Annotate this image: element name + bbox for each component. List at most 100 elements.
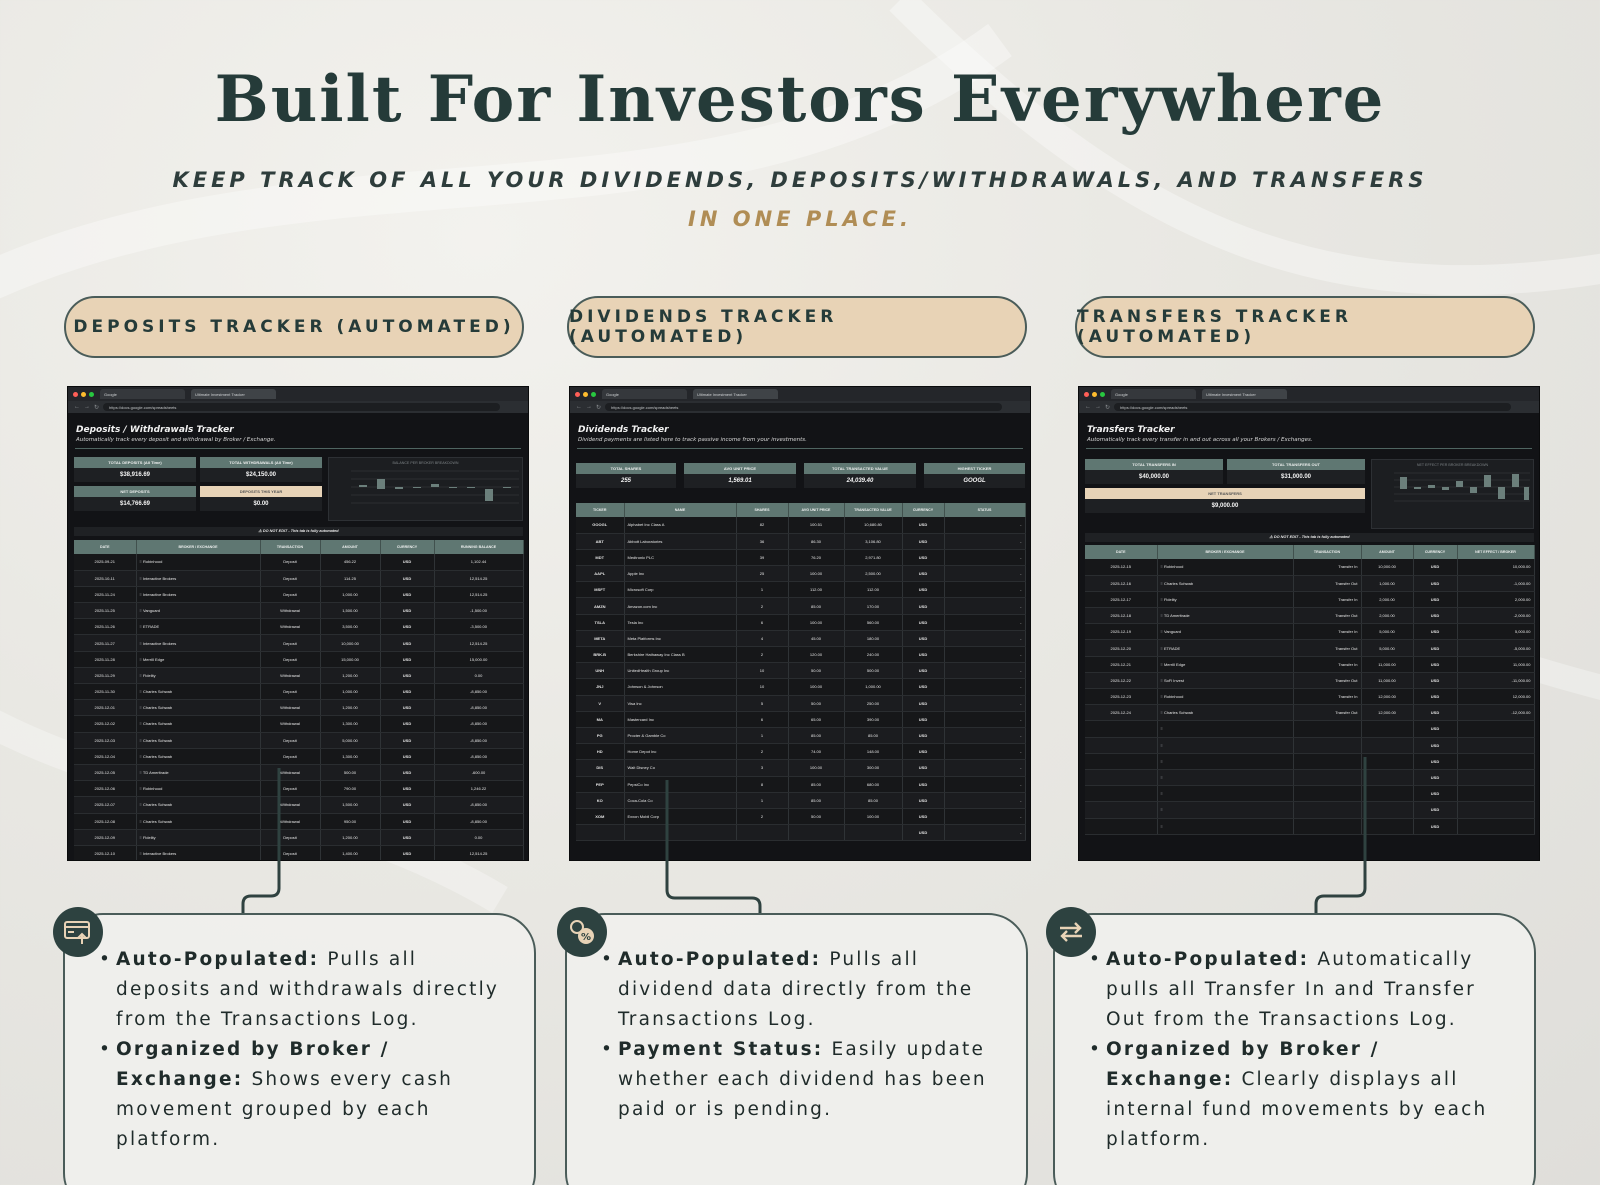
table-cell[interactable]: Transfer In bbox=[1293, 688, 1362, 706]
table-row[interactable]: 2025-12-01 ≡ Charles Schwab Withdrawal 1,20… bbox=[74, 699, 524, 717]
table-cell[interactable]: USD bbox=[1413, 769, 1458, 787]
table-cell[interactable]: USD bbox=[902, 743, 945, 761]
table-cell[interactable] bbox=[1085, 753, 1158, 770]
table-cell[interactable]: 12,514.25 bbox=[434, 634, 524, 652]
table-cell[interactable]: Withdrawal bbox=[260, 699, 321, 717]
minimize-dot[interactable] bbox=[1092, 391, 1097, 397]
url-field[interactable]: https://docs.google.com/spreadsheets bbox=[605, 403, 1002, 411]
table-cell[interactable]: 790.00 bbox=[320, 780, 381, 798]
table-cell[interactable]: Walt Disney Co bbox=[624, 759, 737, 777]
table-cell[interactable]: -8,850.00 bbox=[434, 796, 524, 814]
table-cell[interactable]: Deposit bbox=[260, 780, 321, 798]
maximize-dot[interactable] bbox=[89, 391, 94, 397]
table-row[interactable]: 2025-12-15 ≡ Robinhood Transfer In 10,000.0… bbox=[1085, 559, 1535, 576]
table-cell[interactable]: USD bbox=[1413, 559, 1458, 576]
browser-tab-active[interactable]: Ultimate Investment Tracker bbox=[191, 389, 276, 399]
table-cell[interactable]: -2,000.00 bbox=[1457, 607, 1535, 625]
column-header[interactable]: CURRENCY bbox=[380, 540, 435, 554]
table-cell[interactable]: 1,300.00 bbox=[320, 748, 381, 765]
table-cell[interactable]: 2025-12-20 bbox=[1085, 639, 1158, 657]
table-cell[interactable]: Mastercard Inc bbox=[624, 711, 737, 728]
table-cell[interactable]: 1,500.00 bbox=[320, 602, 381, 620]
table-cell[interactable]: 3,500.00 bbox=[320, 618, 381, 636]
column-header[interactable]: AMOUNT bbox=[320, 540, 381, 554]
column-header[interactable]: NAME bbox=[624, 503, 737, 517]
table-cell[interactable]: USD bbox=[380, 699, 435, 717]
table-cell[interactable]: USD bbox=[1413, 818, 1458, 835]
table-row[interactable]: AAPL Apple Inc 25 100.00 2,500.00 USD - bbox=[576, 565, 1026, 583]
table-cell[interactable]: 10,000.00 bbox=[320, 634, 381, 652]
table-cell[interactable]: 5,000.00 bbox=[1457, 623, 1535, 641]
table-row[interactable]: HD Home Depot Inc 2 74.00 148.00 USD - bbox=[576, 743, 1026, 761]
table-cell[interactable]: 12,514.25 bbox=[434, 586, 524, 604]
table-cell[interactable]: - bbox=[944, 678, 1026, 696]
column-header[interactable]: TRANSACTION bbox=[260, 540, 321, 554]
table-cell[interactable]: 2025-09-21 bbox=[74, 554, 137, 571]
table-cell[interactable]: Microsoft Corp bbox=[624, 581, 737, 599]
table-cell[interactable]: 5,000.00 bbox=[1361, 623, 1414, 641]
browser-tab-active[interactable]: Ultimate Investment Tracker bbox=[1202, 389, 1287, 399]
table-cell[interactable] bbox=[1293, 753, 1362, 770]
maximize-dot[interactable] bbox=[591, 391, 596, 397]
column-header[interactable]: AMOUNT bbox=[1361, 545, 1414, 559]
table-row[interactable]: ≡ USD bbox=[1085, 753, 1535, 770]
table-cell[interactable] bbox=[1361, 737, 1414, 754]
table-cell[interactable]: 500.00 bbox=[844, 662, 903, 680]
table-row[interactable]: 2025-12-24 ≡ Charles Schwab Transfer Out 12… bbox=[1085, 704, 1535, 722]
dropdown-chip-icon[interactable]: ≡ bbox=[1161, 726, 1163, 731]
table-row[interactable]: PG Procter & Gamble Co 1 85.00 85.00 USD - bbox=[576, 727, 1026, 745]
table-cell[interactable]: 2025-12-17 bbox=[1085, 591, 1158, 609]
table-cell[interactable]: 10 bbox=[736, 678, 789, 696]
table-cell[interactable]: 112.00 bbox=[844, 581, 903, 599]
table-cell[interactable]: USD bbox=[1413, 688, 1458, 706]
table-cell[interactable]: Deposit bbox=[260, 651, 321, 668]
table-cell[interactable]: 3,106.80 bbox=[844, 533, 903, 550]
table-cell[interactable]: USD bbox=[902, 711, 945, 728]
dropdown-chip-icon[interactable]: ≡ bbox=[1161, 807, 1163, 812]
table-cell[interactable]: USD bbox=[380, 780, 435, 798]
table-row[interactable]: 2025-12-04 ≡ Charles Schwab Deposit 1,300.0… bbox=[74, 748, 524, 765]
table-cell[interactable]: USD bbox=[902, 597, 945, 615]
table-cell[interactable]: Withdrawal bbox=[260, 602, 321, 620]
table-cell[interactable]: - bbox=[944, 597, 1026, 615]
table-cell[interactable]: USD bbox=[380, 845, 435, 860]
table-cell[interactable]: 2025-12-06 bbox=[74, 780, 137, 798]
table-cell[interactable]: 2025-11-25 bbox=[74, 602, 137, 620]
table-row[interactable]: GOOGL Alphabet Inc Class A 82 100.51 10,680.… bbox=[576, 517, 1026, 534]
table-cell[interactable]: 85.00 bbox=[788, 727, 845, 745]
table-cell[interactable]: 12,000.00 bbox=[1361, 688, 1414, 706]
forward-arrow-icon[interactable]: → bbox=[84, 404, 90, 410]
table-cell[interactable]: ≡ ETRADE bbox=[1157, 639, 1294, 657]
table-row[interactable]: 2025-10-11 ≡ Interactive Brokers Deposit 11… bbox=[74, 570, 524, 587]
table-cell[interactable]: USD bbox=[1413, 623, 1458, 641]
table-cell[interactable]: ≡ bbox=[1157, 769, 1294, 787]
table-cell[interactable]: Medtronic PLC bbox=[624, 549, 737, 567]
table-cell[interactable]: 2 bbox=[736, 808, 789, 826]
table-cell[interactable]: ≡ bbox=[1157, 818, 1294, 835]
table-cell[interactable]: 4 bbox=[736, 630, 789, 648]
table-cell[interactable]: 25 bbox=[736, 565, 789, 583]
table-cell[interactable]: USD bbox=[902, 759, 945, 777]
table-cell[interactable]: 100.00 bbox=[788, 759, 845, 777]
table-cell[interactable]: Transfer Out bbox=[1293, 639, 1362, 657]
table-cell[interactable]: 11,000.00 bbox=[1361, 672, 1414, 690]
table-row[interactable]: 2025-12-23 ≡ Robinhood Transfer In 12,000.0… bbox=[1085, 688, 1535, 706]
table-cell[interactable]: - bbox=[944, 646, 1026, 664]
column-header[interactable]: STATUS bbox=[944, 503, 1026, 517]
table-cell[interactable]: AAPL bbox=[576, 565, 625, 583]
table-cell[interactable] bbox=[1293, 720, 1362, 738]
table-cell[interactable]: 2025-11-26 bbox=[74, 618, 137, 636]
table-cell[interactable]: META bbox=[576, 630, 625, 648]
table-cell[interactable] bbox=[624, 824, 737, 842]
table-cell[interactable]: USD bbox=[1413, 720, 1458, 738]
table-row[interactable]: 2025-12-18 ≡ TD Ameritrade Transfer Out 2,0… bbox=[1085, 607, 1535, 625]
table-cell[interactable]: 250.00 bbox=[844, 695, 903, 712]
table-cell[interactable]: USD bbox=[1413, 704, 1458, 722]
table-cell[interactable]: - bbox=[944, 808, 1026, 826]
table-cell[interactable]: 2025-11-29 bbox=[74, 667, 137, 685]
table-cell[interactable]: Procter & Gamble Co bbox=[624, 727, 737, 745]
table-cell[interactable]: - bbox=[944, 581, 1026, 599]
table-cell[interactable]: 5 bbox=[736, 695, 789, 712]
table-cell[interactable]: 2025-11-24 bbox=[74, 586, 137, 604]
table-cell[interactable]: 300.00 bbox=[844, 759, 903, 777]
